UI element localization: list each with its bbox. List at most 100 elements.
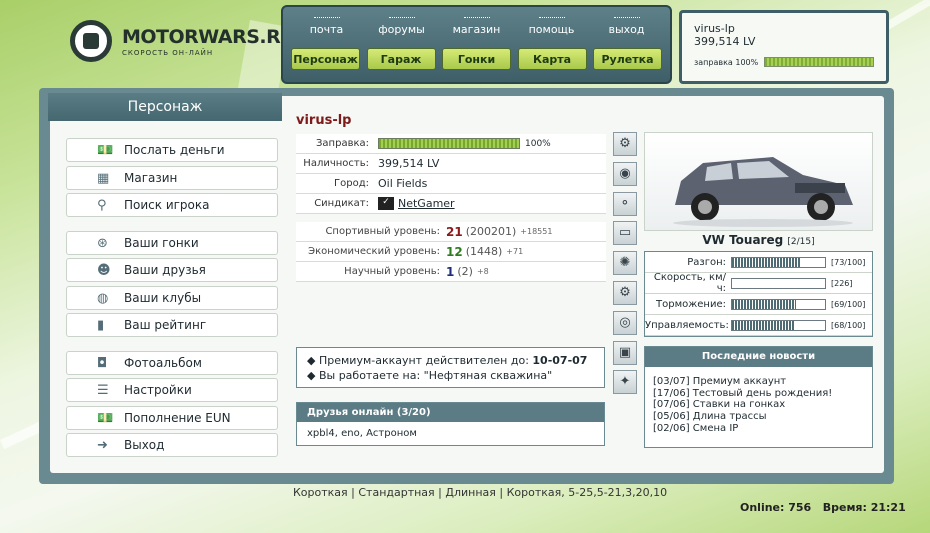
level-value: 21 bbox=[446, 224, 463, 239]
fuel-progress-fill bbox=[379, 139, 519, 148]
car-stat-label: Разгон: bbox=[687, 256, 726, 268]
stat-label: Наличность: bbox=[303, 158, 369, 169]
sidebar-item[interactable]: ⊛ Ваши гонки bbox=[66, 230, 278, 255]
news-item[interactable]: [17/06] Тестовый день рождения! bbox=[653, 388, 864, 400]
stat-row-city: Город: Oil Fields bbox=[296, 174, 606, 194]
news-item[interactable]: [07/06] Ставки на гонках bbox=[653, 399, 864, 411]
fuel-label: заправка 100% bbox=[694, 57, 759, 67]
money-icon: 💵 bbox=[97, 143, 114, 158]
exhaust-icon[interactable]: ⚬ bbox=[613, 191, 637, 216]
sidebar-item-label: Настройки bbox=[124, 383, 192, 397]
user-info-box: virus-lp 399,514 LV заправка 100% bbox=[679, 10, 889, 84]
fuel-bar bbox=[764, 57, 874, 67]
races-button[interactable]: Гонки bbox=[442, 48, 511, 70]
car-stats-table: Разгон: [73/100] Скорость, км/ч: [226] Тормо… bbox=[644, 251, 873, 337]
sidebar-item[interactable]: ➜ Выход bbox=[66, 433, 278, 457]
level-delta: +18551 bbox=[520, 227, 553, 236]
player-nick: virus-lp bbox=[296, 113, 352, 128]
car-stat-value: [226] bbox=[831, 278, 853, 288]
level-row: Экономический уровень: 12 (1448) +71 bbox=[296, 242, 606, 262]
fuel-bar-fill bbox=[765, 58, 873, 66]
nav-link-logout[interactable]: выход bbox=[596, 17, 658, 36]
suspension-icon[interactable]: ⚙ bbox=[613, 132, 637, 156]
site-logo[interactable]: MOTORWARS.RU СКОРОСТЬ ОН-ЛАЙН bbox=[70, 20, 296, 62]
sidebar-item-label: Пополнение EUN bbox=[124, 410, 231, 425]
syndicate-link[interactable]: NetGamer bbox=[394, 197, 455, 210]
steering-wheel-icon: ⊛ bbox=[97, 235, 108, 251]
friends-title: Друзья онлайн (3/20) bbox=[297, 403, 604, 422]
nav-link-help[interactable]: помощь bbox=[521, 17, 583, 36]
car-stat-row: Разгон: [73/100] bbox=[645, 252, 872, 273]
sidebar-item-label: Послать деньги bbox=[124, 143, 225, 157]
sidebar-item[interactable]: 💵 Пополнение EUN bbox=[66, 405, 278, 430]
stat-label: Синдикат: bbox=[314, 198, 369, 209]
sidebar-item-label: Ваши клубы bbox=[124, 290, 202, 305]
shop-icon: ▦ bbox=[97, 170, 110, 186]
sidebar-item[interactable]: ⚲ Поиск игрока bbox=[66, 193, 278, 217]
level-delta: +8 bbox=[476, 267, 489, 276]
work-text: Вы работаете на: "Нефтяная скважина" bbox=[318, 369, 553, 382]
level-value: 12 bbox=[446, 244, 463, 259]
tire-icon[interactable]: ◉ bbox=[613, 161, 637, 186]
spoiler-icon[interactable]: ▭ bbox=[613, 221, 637, 246]
car-slot: [2/15] bbox=[787, 237, 815, 247]
sidebar-item[interactable]: ☻ Ваши друзья bbox=[66, 258, 278, 282]
sidebar-menu: 💵 Послать деньги ▦ Магазин ⚲ Поиск игрока ⊛ Ваш… bbox=[66, 138, 278, 461]
car-stat-value: [69/100] bbox=[831, 299, 866, 309]
car-stat-row: Скорость, км/ч: [226] bbox=[645, 272, 872, 294]
stat-row-syndicate: Синдикат: ✓ NetGamer bbox=[296, 194, 606, 214]
stat-row-cash: Наличность: 399,514 LV bbox=[296, 154, 606, 174]
car-stat-label: Скорость, км/ч: bbox=[653, 272, 726, 294]
logo-name: MOTORWARS.RU bbox=[122, 25, 296, 48]
sidebar-item[interactable]: ▦ Магазин bbox=[66, 165, 278, 190]
premium-date: 10-07-07 bbox=[532, 354, 588, 367]
level-delta: +71 bbox=[506, 247, 524, 256]
level-value: 1 bbox=[446, 264, 455, 279]
nav-link-forums[interactable]: форумы bbox=[371, 17, 433, 36]
car-model: VW Touareg bbox=[702, 233, 784, 247]
news-item[interactable]: [05/06] Длина трассы bbox=[653, 411, 864, 423]
globe-icon: ◍ bbox=[97, 290, 109, 306]
gearbox-icon[interactable]: ▣ bbox=[613, 340, 637, 365]
sidebar-title: Персонаж bbox=[48, 93, 282, 121]
friends-list[interactable]: xpbl4, eno, Астроном bbox=[297, 422, 604, 445]
nav-link-shop[interactable]: магазин bbox=[446, 17, 508, 36]
sidebar-item-label: Выход bbox=[124, 438, 165, 452]
user-money: 399,514 LV bbox=[694, 35, 756, 48]
tools-icon[interactable]: ✦ bbox=[613, 370, 637, 395]
sidebar-item[interactable]: ☰ Настройки bbox=[66, 378, 278, 402]
car-stat-fill bbox=[732, 257, 800, 267]
news-title: Последние новости bbox=[645, 347, 872, 367]
car-stat-bar bbox=[731, 319, 826, 331]
sidebar-item[interactable]: ▮ Ваш рейтинг bbox=[66, 313, 278, 337]
character-button[interactable]: Персонаж bbox=[291, 48, 360, 70]
sidebar-item-label: Ваши гонки bbox=[124, 235, 199, 250]
news-item[interactable]: [02/06] Смена IP bbox=[653, 423, 864, 435]
car-image[interactable] bbox=[644, 132, 873, 231]
sidebar-item[interactable]: ◘ Фотоальбом bbox=[66, 350, 278, 375]
news-item[interactable]: [03/07] Премиум аккаунт bbox=[653, 376, 864, 388]
nitro-icon[interactable]: ◎ bbox=[613, 310, 637, 335]
turbo-icon[interactable]: ✺ bbox=[613, 251, 637, 276]
roulette-button[interactable]: Рулетка bbox=[593, 48, 662, 70]
map-button[interactable]: Карта bbox=[517, 48, 587, 70]
syndicate-emblem-icon: ✓ bbox=[378, 197, 394, 210]
sidebar-item-label: Ваши друзья bbox=[124, 263, 206, 277]
sidebar-item[interactable]: 💵 Послать деньги bbox=[66, 138, 278, 162]
sidebar-item[interactable]: ◍ Ваши клубы bbox=[66, 285, 278, 310]
level-label: Спортивный уровень: bbox=[325, 226, 440, 237]
garage-button[interactable]: Гараж bbox=[366, 48, 436, 70]
car-stat-fill bbox=[732, 299, 797, 309]
stat-label: Город: bbox=[334, 178, 369, 189]
news-box: Последние новости [03/07] Премиум аккаун… bbox=[644, 346, 873, 448]
level-row: Спортивный уровень: 21 (200201) +18551 bbox=[296, 222, 606, 242]
car-stat-row: Управляемость: [68/100] bbox=[645, 315, 872, 336]
equipment-slots: ⚙ ◉ ⚬ ▭ ✺ ⚙ ◎ ▣ ✦ bbox=[613, 132, 639, 400]
footer-links[interactable]: Короткая | Стандартная | Длинная | Корот… bbox=[293, 486, 667, 499]
logo-emblem-icon bbox=[70, 20, 112, 62]
car-stat-bar bbox=[731, 277, 826, 289]
nav-link-mail[interactable]: почта bbox=[296, 17, 358, 36]
engine-icon[interactable]: ⚙ bbox=[613, 280, 637, 305]
